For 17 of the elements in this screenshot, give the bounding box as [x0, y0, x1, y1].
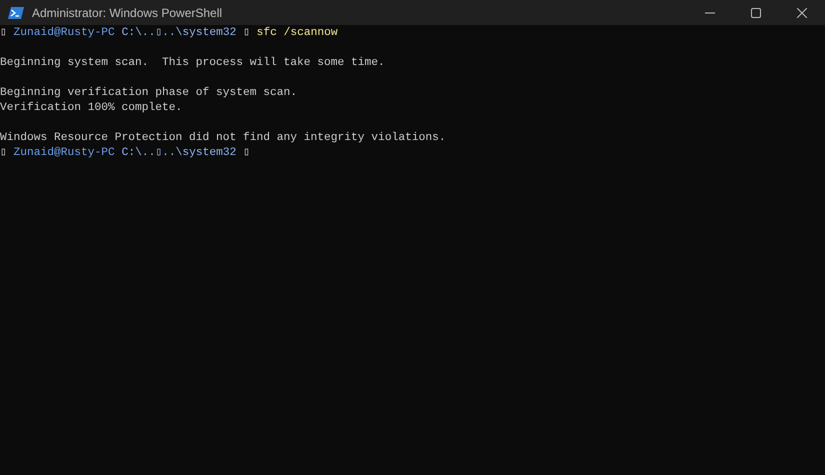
- output-line: Windows Resource Protection did not find any integrity violations.: [0, 131, 446, 146]
- output-line: Beginning verification phase of system scan.: [0, 86, 298, 101]
- prompt-user: Zunaid@Rusty-PC: [14, 146, 115, 161]
- prompt-glyph: ▯: [0, 26, 7, 41]
- output-line: Beginning system scan. This process will take some time.: [0, 56, 385, 71]
- window-title: Administrator: Windows PowerShell: [32, 6, 222, 20]
- output-line: Verification 100% complete.: [0, 101, 182, 116]
- close-icon: [797, 8, 807, 18]
- maximize-icon: [751, 8, 761, 18]
- powershell-icon: [8, 6, 24, 18]
- prompt-path: C:\..▯..\system32: [122, 146, 236, 161]
- prompt-glyph: ▯: [0, 146, 7, 161]
- prompt-glyph: ▯: [243, 146, 250, 161]
- prompt-path: C:\..▯..\system32: [122, 26, 236, 41]
- prompt-user: Zunaid@Rusty-PC: [14, 26, 115, 41]
- command-text: sfc /scannow: [256, 26, 338, 41]
- prompt-glyph: ▯: [243, 26, 250, 41]
